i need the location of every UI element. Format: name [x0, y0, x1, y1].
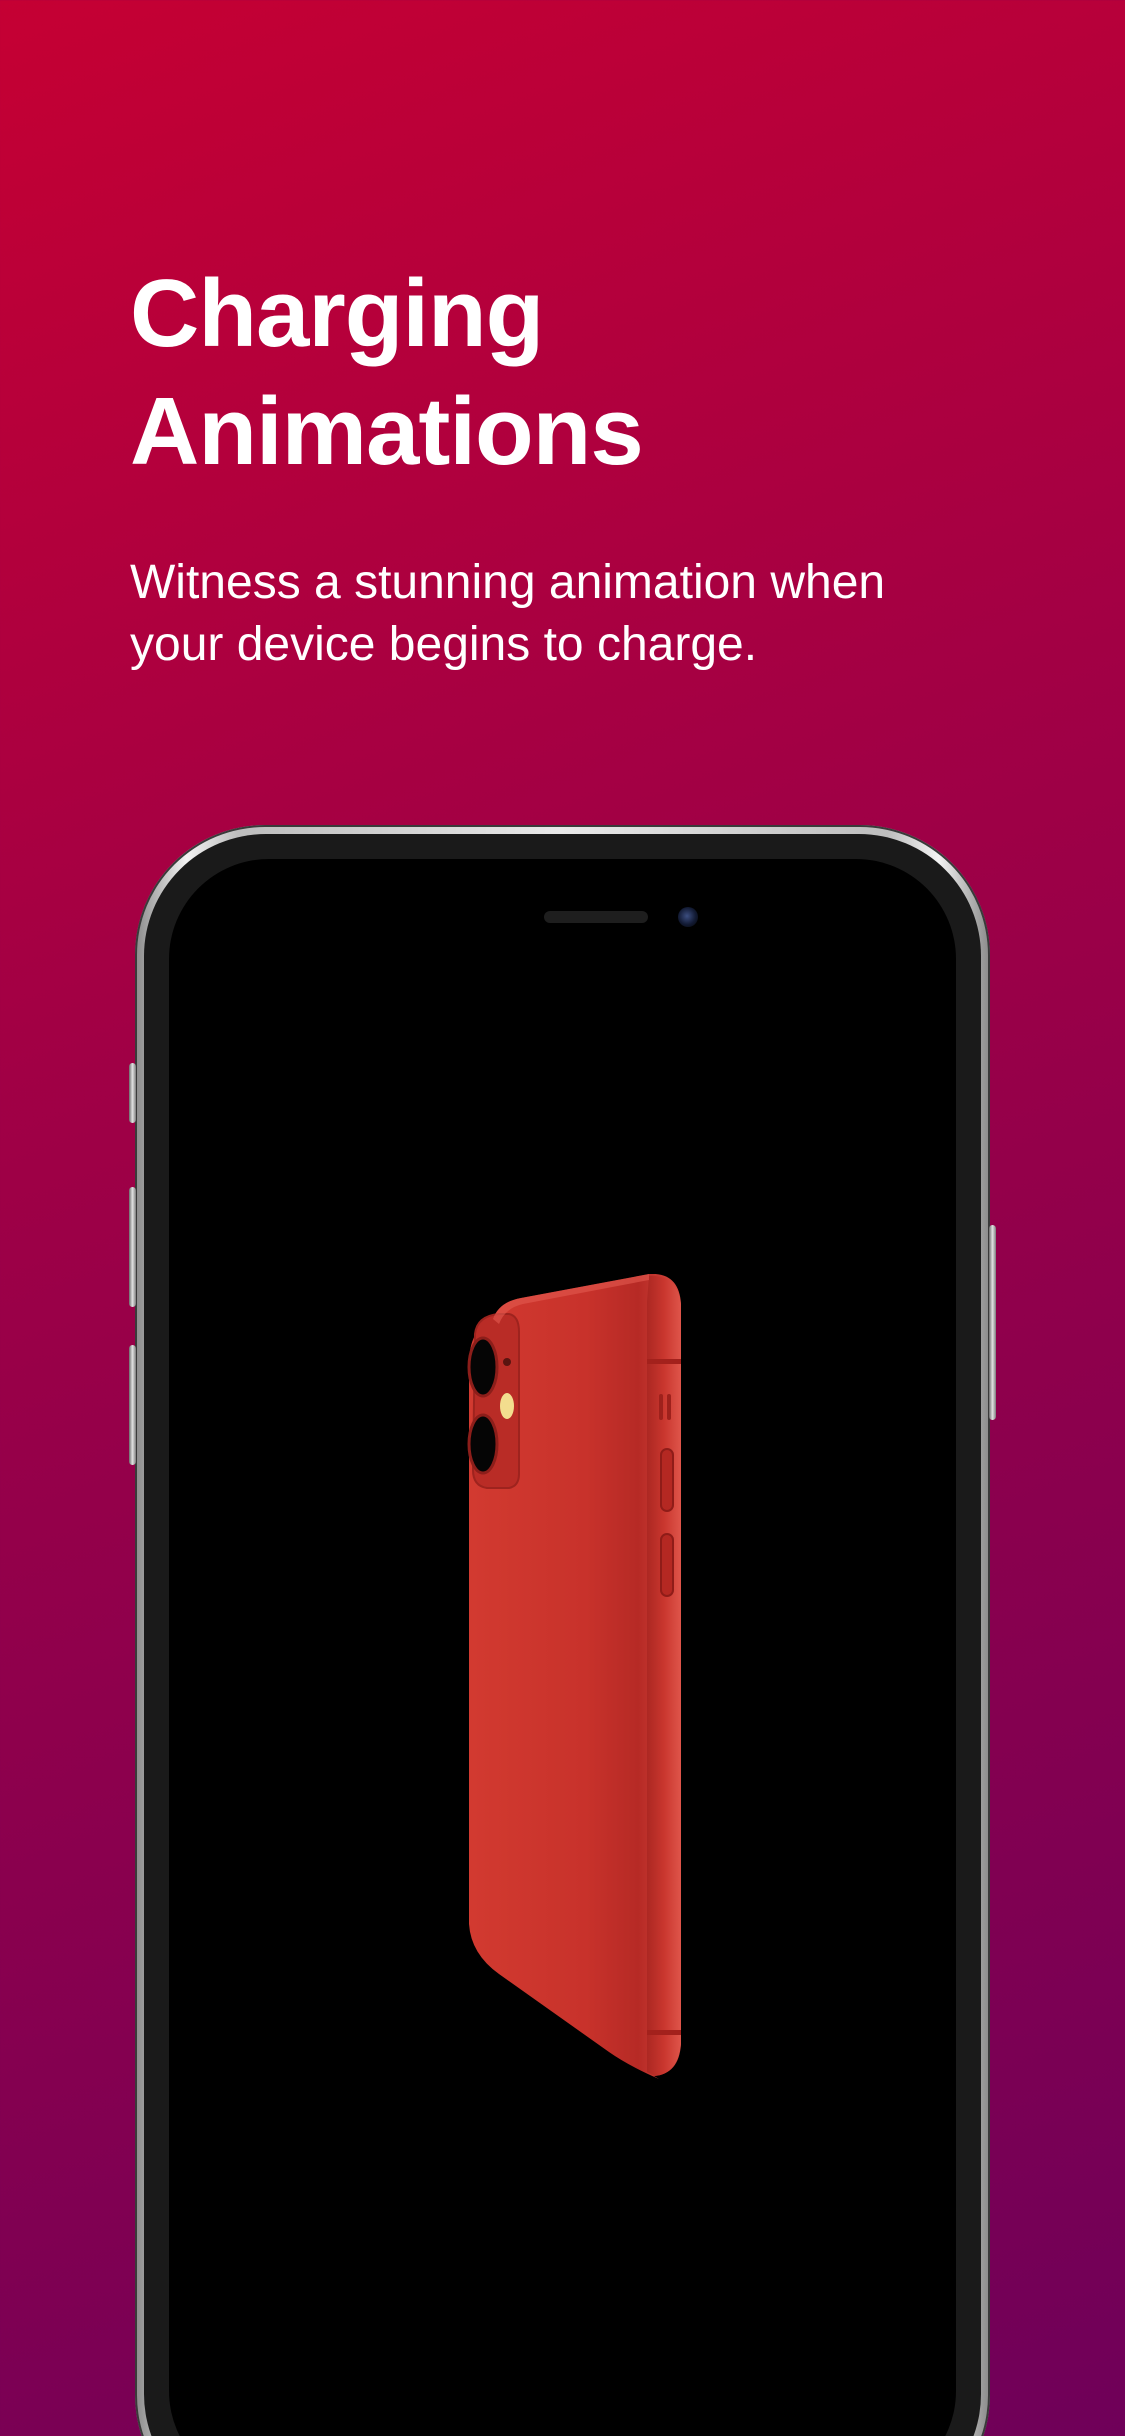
red-phone-image [467, 1274, 681, 2079]
page-title: Charging Animations [130, 255, 990, 491]
earpiece-speaker [544, 911, 648, 923]
title-line-2: Animations [130, 378, 644, 485]
device-mockup [129, 825, 996, 2436]
power-button [989, 1225, 996, 1420]
silent-switch [129, 1063, 136, 1123]
front-camera-icon [678, 907, 698, 927]
volume-up-button [129, 1187, 136, 1307]
device-screen [169, 859, 956, 2436]
title-line-1: Charging [130, 260, 544, 367]
page-subtitle: Witness a stunning animation when your d… [130, 556, 886, 671]
volume-down-button [129, 1345, 136, 1465]
